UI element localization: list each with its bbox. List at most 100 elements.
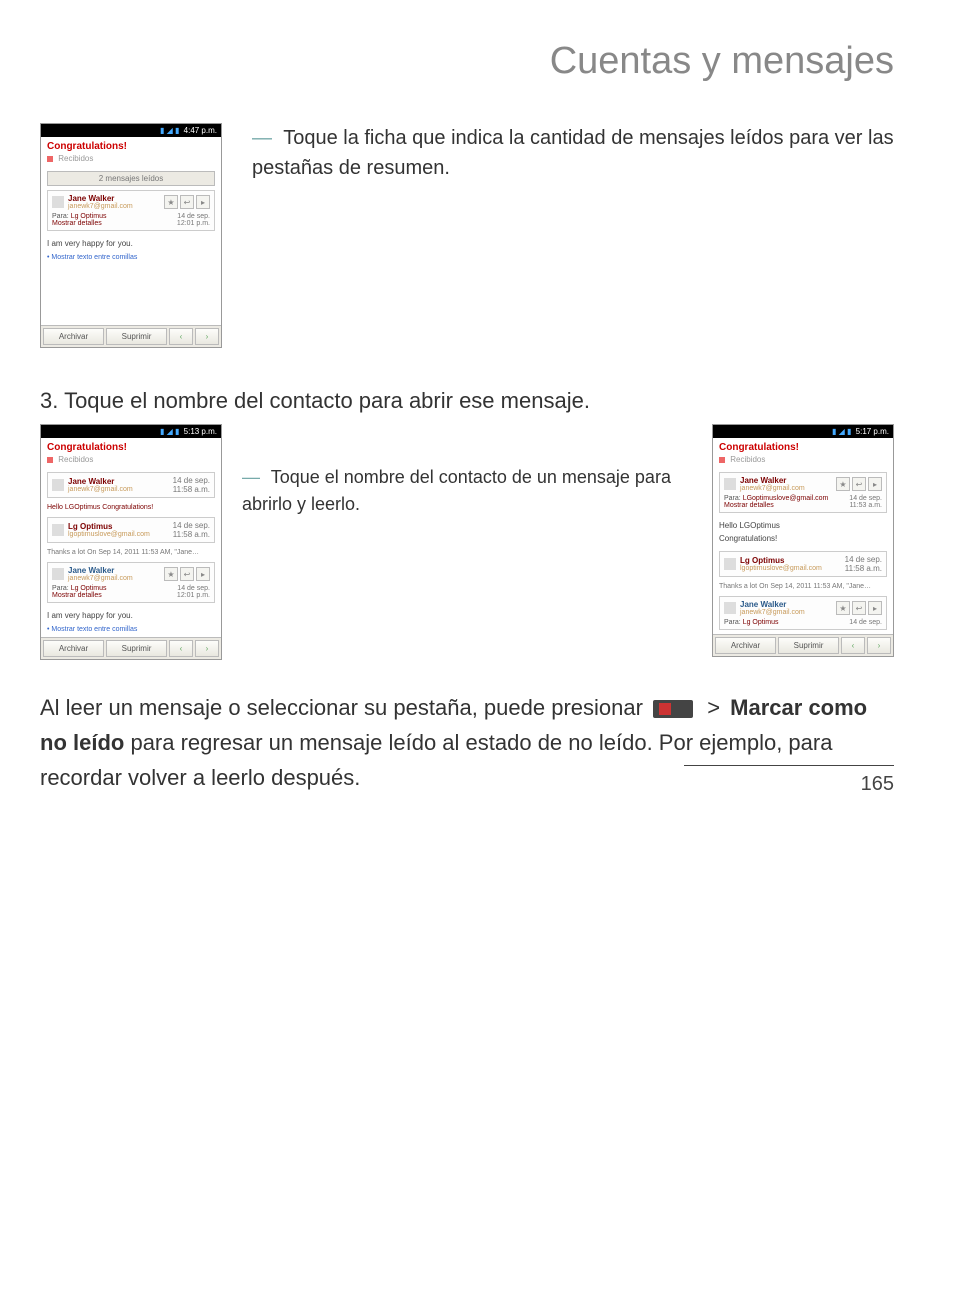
show-details[interactable]: Mostrar detalles [52, 220, 102, 227]
sender-name: Jane Walker [68, 194, 164, 203]
signal-icon: ▮ ◢ ▮ [160, 427, 179, 436]
show-details[interactable]: Mostrar detalles [52, 592, 102, 599]
show-quoted-link[interactable]: • Mostrar texto entre comillas [41, 624, 221, 637]
msg-date: 14 de sep. [177, 213, 210, 220]
show-quoted-link[interactable]: • Mostrar texto entre comillas [41, 252, 221, 265]
message-body-b: Congratulations! [713, 534, 893, 547]
message-card-2[interactable]: Lg Optimus lgoptimuslove@gmail.com 14 de… [719, 551, 887, 577]
message-card-1[interactable]: Jane Walker janewk7@gmail.com 14 de sep.… [47, 472, 215, 498]
para-value: Lg Optimus [743, 619, 779, 626]
msg-date: 14 de sep. [845, 555, 882, 564]
para-post: para regresar un mensaje leído al estado… [40, 730, 832, 790]
star-icon[interactable]: ★ [164, 195, 178, 209]
message-body: I am very happy for you. [41, 235, 221, 252]
more-icon[interactable]: ▸ [868, 477, 882, 491]
snippet-2: Thanks a lot On Sep 14, 2011 11:53 AM, "… [41, 547, 221, 558]
star-icon[interactable]: ★ [836, 601, 850, 615]
msg-date: 14 de sep. [849, 619, 882, 626]
para-value: Lg Optimus [71, 585, 107, 592]
footer-bar: Archivar Suprimir ‹ › [713, 634, 893, 656]
paragraph: Al leer un mensaje o seleccionar su pest… [40, 690, 894, 796]
avatar [724, 558, 736, 570]
footer-bar: Archivar Suprimir ‹ › [41, 325, 221, 347]
section-1: ▮ ◢ ▮ 4:47 p.m. Congratulations! Recibid… [40, 123, 894, 348]
message-card-1[interactable]: Jane Walker janewk7@gmail.com ★ ↩ ▸ Para… [719, 472, 887, 513]
prev-button[interactable]: ‹ [169, 640, 193, 657]
inbox-text: Recibidos [730, 455, 765, 464]
avatar [52, 524, 64, 536]
sender-email: janewk7@gmail.com [740, 609, 836, 616]
para-label: Para: [724, 619, 741, 626]
reply-icon[interactable]: ↩ [852, 477, 866, 491]
archive-button[interactable]: Archivar [43, 328, 104, 345]
next-button[interactable]: › [195, 640, 219, 657]
star-icon[interactable]: ★ [164, 567, 178, 581]
status-bar: ▮ ◢ ▮ 5:13 p.m. [41, 425, 221, 438]
status-time: 4:47 p.m. [184, 126, 217, 135]
delete-button[interactable]: Suprimir [106, 640, 167, 657]
delete-button[interactable]: Suprimir [778, 637, 839, 654]
msg-time: 11:58 a.m. [845, 564, 882, 573]
snippet-1: Hello LGOptimus Congratulations! [41, 502, 221, 513]
gt-separator: > [707, 695, 720, 720]
msg-time: 12:01 p.m. [177, 592, 210, 599]
status-bar: ▮ ◢ ▮ 4:47 p.m. [41, 124, 221, 137]
reply-icon[interactable]: ↩ [852, 601, 866, 615]
message-card-2[interactable]: Lg Optimus lgoptimuslove@gmail.com 14 de… [47, 517, 215, 543]
avatar [724, 478, 736, 490]
inbox-color-icon [719, 457, 725, 463]
caption-dash-icon: — [242, 464, 260, 491]
delete-button[interactable]: Suprimir [106, 328, 167, 345]
msg-date: 14 de sep. [173, 521, 210, 530]
inbox-label: Recibidos [713, 455, 893, 468]
status-time: 5:17 p.m. [856, 427, 889, 436]
sender-email: janewk7@gmail.com [68, 575, 164, 582]
inbox-text: Recibidos [58, 154, 93, 163]
next-button[interactable]: › [867, 637, 891, 654]
sender-email: janewk7@gmail.com [740, 485, 836, 492]
sender-name: Lg Optimus [740, 556, 845, 565]
inbox-text: Recibidos [58, 455, 93, 464]
more-icon[interactable]: ▸ [196, 195, 210, 209]
next-button[interactable]: › [195, 328, 219, 345]
inbox-color-icon [47, 457, 53, 463]
inbox-label: Recibidos [41, 455, 221, 468]
mail-subject: Congratulations! [713, 438, 893, 455]
message-body: I am very happy for you. [41, 607, 221, 624]
more-icon[interactable]: ▸ [196, 567, 210, 581]
archive-button[interactable]: Archivar [43, 640, 104, 657]
phone-screenshot-1: ▮ ◢ ▮ 4:47 p.m. Congratulations! Recibid… [40, 123, 222, 348]
inbox-label: Recibidos [41, 154, 221, 167]
message-card-3[interactable]: Jane Walker janewk7@gmail.com ★ ↩ ▸ Para… [719, 596, 887, 630]
sender-email: janewk7@gmail.com [68, 486, 173, 493]
mail-subject: Congratulations! [41, 438, 221, 455]
avatar [52, 479, 64, 491]
archive-button[interactable]: Archivar [715, 637, 776, 654]
msg-date: 14 de sep. [173, 476, 210, 485]
prev-button[interactable]: ‹ [841, 637, 865, 654]
phone-screenshot-3: ▮ ◢ ▮ 5:17 p.m. Congratulations! Recibid… [712, 424, 894, 657]
reply-icon[interactable]: ↩ [180, 195, 194, 209]
menu-key-icon [653, 700, 693, 718]
para-label: Para: [52, 585, 69, 592]
status-time: 5:13 p.m. [184, 427, 217, 436]
caption-2: Toque el nombre del contacto de un mensa… [242, 467, 671, 514]
more-icon[interactable]: ▸ [868, 601, 882, 615]
message-card[interactable]: Jane Walker janewk7@gmail.com ★ ↩ ▸ Para… [47, 190, 215, 231]
show-details[interactable]: Mostrar detalles [724, 502, 774, 509]
msg-time: 11:53 a.m. [849, 502, 882, 509]
prev-button[interactable]: ‹ [169, 328, 193, 345]
messages-read-tab[interactable]: 2 mensajes leídos [47, 171, 215, 186]
caption-dash-icon: — [252, 123, 272, 153]
sender-email: lgoptimuslove@gmail.com [68, 531, 173, 538]
inbox-color-icon [47, 156, 53, 162]
message-body-a: Hello LGOptimus [713, 517, 893, 534]
footer-bar: Archivar Suprimir ‹ › [41, 637, 221, 659]
snippet-2: Thanks a lot On Sep 14, 2011 11:53 AM, "… [713, 581, 893, 592]
message-card-3[interactable]: Jane Walker janewk7@gmail.com ★ ↩ ▸ Para… [47, 562, 215, 603]
step-3-title: 3. Toque el nombre del contacto para abr… [40, 388, 894, 414]
star-icon[interactable]: ★ [836, 477, 850, 491]
phone-screenshot-2: ▮ ◢ ▮ 5:13 p.m. Congratulations! Recibid… [40, 424, 222, 660]
reply-icon[interactable]: ↩ [180, 567, 194, 581]
avatar [52, 568, 64, 580]
